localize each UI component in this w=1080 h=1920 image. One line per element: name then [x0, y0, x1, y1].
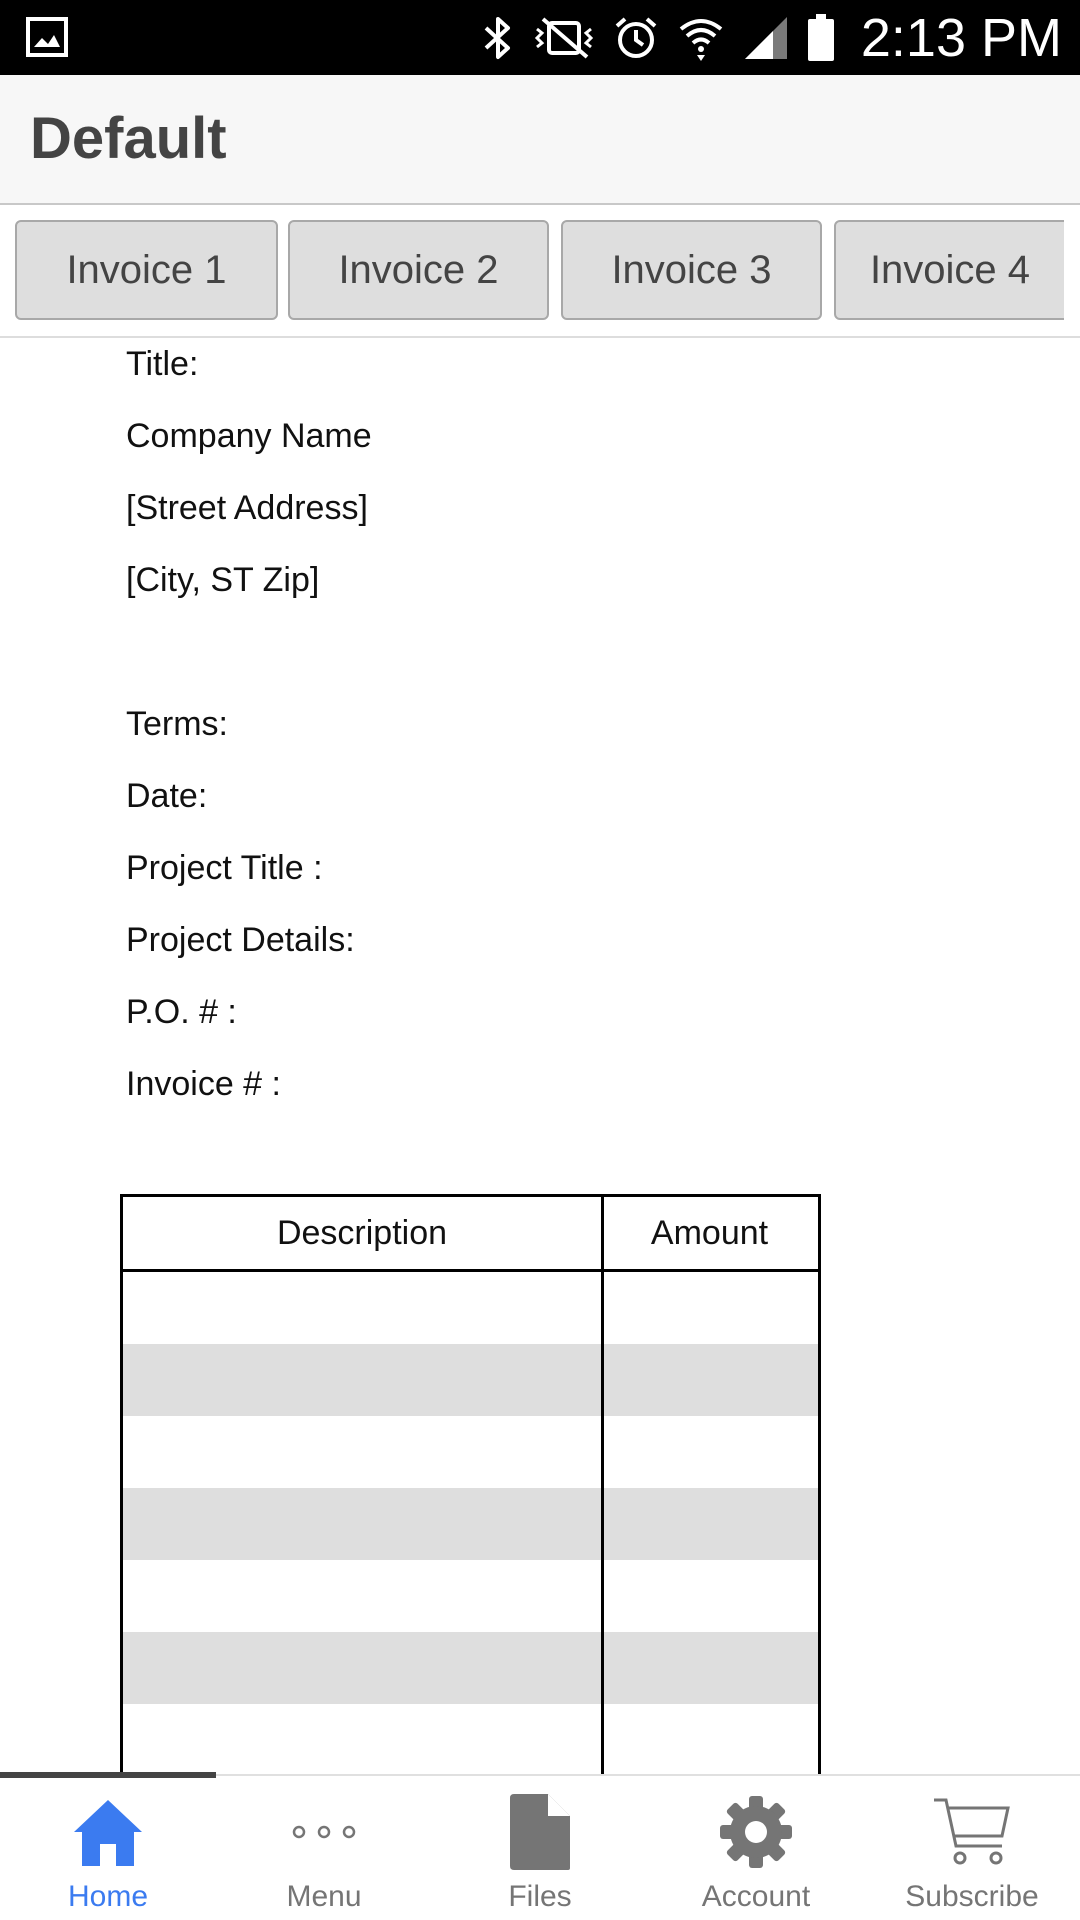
- tab-invoice-1[interactable]: Invoice 1: [15, 220, 278, 320]
- nav-subscribe-label: Subscribe: [905, 1880, 1039, 1913]
- street-address: [Street Address]: [126, 489, 368, 527]
- description-header: Description: [276, 1213, 448, 1252]
- vibrate-mute-icon: [534, 16, 594, 59]
- nav-home-label: Home: [67, 1880, 149, 1913]
- project-title-label: Project Title :: [126, 849, 323, 887]
- table-row[interactable]: [123, 1344, 818, 1416]
- cart-icon: [932, 1790, 1012, 1874]
- amount-header: Amount: [650, 1213, 769, 1252]
- home-icon: [70, 1790, 146, 1874]
- title-label: Title:: [126, 345, 199, 383]
- bluetooth-icon: [484, 16, 510, 59]
- app-header: Default: [0, 75, 1080, 205]
- image-icon: [26, 17, 68, 57]
- file-icon: [508, 1790, 572, 1874]
- more-dots-icon: [289, 1790, 359, 1874]
- tab-invoice-4[interactable]: Invoice 4: [834, 220, 1080, 320]
- project-details-label: Project Details:: [126, 921, 355, 959]
- nav-files-label: Files: [508, 1880, 572, 1913]
- table-row[interactable]: [123, 1272, 818, 1344]
- nav-account[interactable]: Account: [648, 1776, 864, 1920]
- line-items-table: Description Amount: [120, 1194, 821, 1774]
- tab-invoice-3[interactable]: Invoice 3: [561, 220, 822, 320]
- table-row[interactable]: [123, 1704, 818, 1774]
- app-screen: 2:13 PM Default Invoice 1 Invoice 2 Invo…: [0, 0, 1080, 1920]
- nav-menu[interactable]: Menu: [216, 1776, 432, 1920]
- nav-home[interactable]: Home: [0, 1776, 216, 1920]
- battery-icon: [807, 13, 834, 61]
- tabs-fade-edge: [1064, 220, 1080, 330]
- po-number-label: P.O. # :: [126, 993, 237, 1031]
- table-header: Description Amount: [123, 1197, 818, 1272]
- table-row[interactable]: [123, 1488, 818, 1560]
- alarm-icon: [615, 16, 657, 58]
- nav-menu-label: Menu: [286, 1880, 362, 1913]
- invoice-number-label: Invoice # :: [126, 1065, 281, 1103]
- status-time: 2:13 PM: [860, 7, 1062, 68]
- table-row[interactable]: [123, 1632, 818, 1704]
- wifi-icon: [679, 18, 723, 61]
- nav-subscribe[interactable]: Subscribe: [864, 1776, 1080, 1920]
- page-title: Default: [30, 106, 227, 171]
- column-divider: [601, 1197, 604, 1774]
- invoice-tabs: Invoice 1 Invoice 2 Invoice 3 Invoice 4: [0, 205, 1080, 338]
- active-tab-indicator: [0, 1772, 216, 1778]
- gear-icon: [718, 1790, 794, 1874]
- table-row[interactable]: [123, 1416, 818, 1488]
- table-row[interactable]: [123, 1560, 818, 1632]
- status-bar: 2:13 PM: [0, 0, 1080, 75]
- signal-icon: [744, 16, 787, 59]
- status-icons: 2:13 PM: [481, 0, 1062, 75]
- tab-invoice-2[interactable]: Invoice 2: [288, 220, 549, 320]
- bottom-navigation: Home Menu Files Account Subscribe: [0, 1774, 1080, 1920]
- nav-account-label: Account: [701, 1880, 811, 1913]
- date-label: Date:: [126, 777, 208, 815]
- terms-label: Terms:: [126, 705, 228, 743]
- city-state-zip: [City, ST Zip]: [126, 561, 320, 599]
- nav-files[interactable]: Files: [432, 1776, 648, 1920]
- company-name: Company Name: [126, 417, 372, 455]
